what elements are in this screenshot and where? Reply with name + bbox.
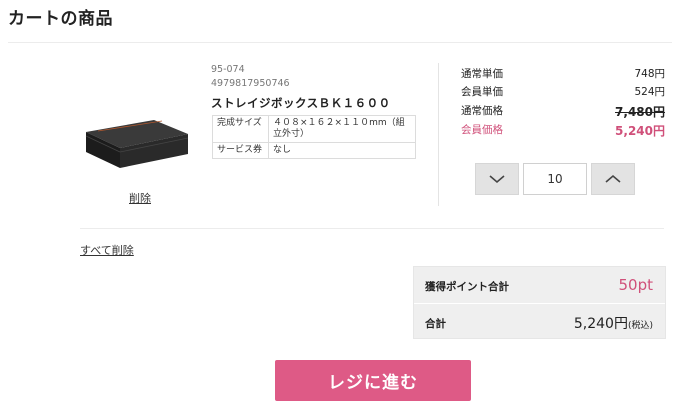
- product-image: [85, 120, 189, 168]
- total-label: 合計: [425, 318, 446, 330]
- price-label: 会員単価: [461, 86, 503, 98]
- price-value: 5,240円: [615, 124, 665, 138]
- price-label: 会員価格: [461, 124, 503, 136]
- cart-divider: [80, 228, 664, 229]
- price-label: 通常単価: [461, 68, 503, 80]
- spec-label: サービス券: [212, 142, 269, 159]
- price-value: 7,480円: [615, 105, 665, 119]
- price-label: 通常価格: [461, 105, 503, 117]
- regular-unit-price-row: 通常単価 748円: [461, 66, 665, 82]
- delete-all-link[interactable]: すべて削除: [80, 242, 134, 258]
- points-value: 50pt: [618, 276, 654, 294]
- order-summary: 獲得ポイント合計 50pt 合計 5,240円(税込): [413, 266, 666, 339]
- chevron-up-icon: [605, 174, 621, 183]
- quantity-increase-button[interactable]: [591, 163, 635, 195]
- quantity-decrease-button[interactable]: [475, 163, 519, 195]
- chevron-down-icon: [489, 175, 505, 184]
- regular-price-row: 通常価格 7,480円: [461, 103, 665, 119]
- spec-table: 完成サイズ ４０８×１６２×１１０mm（組立外寸） サービス券 なし: [212, 115, 416, 159]
- spec-row: 完成サイズ ４０８×１６２×１１０mm（組立外寸）: [212, 115, 416, 143]
- product-code: 95-074: [211, 64, 245, 75]
- page-title: カートの商品: [8, 9, 113, 29]
- product-jan: 4979817950746: [211, 78, 290, 89]
- member-price-row: 会員価格 5,240円: [461, 122, 665, 138]
- summary-divider: [414, 303, 665, 304]
- spec-value: ４０８×１６２×１１０mm（組立外寸）: [268, 115, 416, 143]
- spec-label: 完成サイズ: [212, 115, 269, 143]
- price-value: 524円: [634, 86, 665, 98]
- total-value: 5,240円(税込): [574, 313, 653, 333]
- spec-row: サービス券 なし: [212, 142, 416, 159]
- product-name: ストレイジボックスＢＫ１６００: [211, 96, 391, 110]
- price-value: 748円: [634, 68, 665, 80]
- tax-note: (税込): [627, 321, 653, 331]
- quantity-input[interactable]: [523, 163, 587, 195]
- spec-value: なし: [268, 142, 416, 159]
- checkout-button[interactable]: レジに進む: [275, 360, 471, 401]
- total-amount: 5,240円: [573, 316, 628, 332]
- member-unit-price-row: 会員単価 524円: [461, 84, 665, 100]
- delete-item-link[interactable]: 削除: [129, 190, 151, 206]
- column-divider: [438, 63, 439, 206]
- points-label: 獲得ポイント合計: [425, 281, 509, 293]
- top-divider: [8, 42, 672, 43]
